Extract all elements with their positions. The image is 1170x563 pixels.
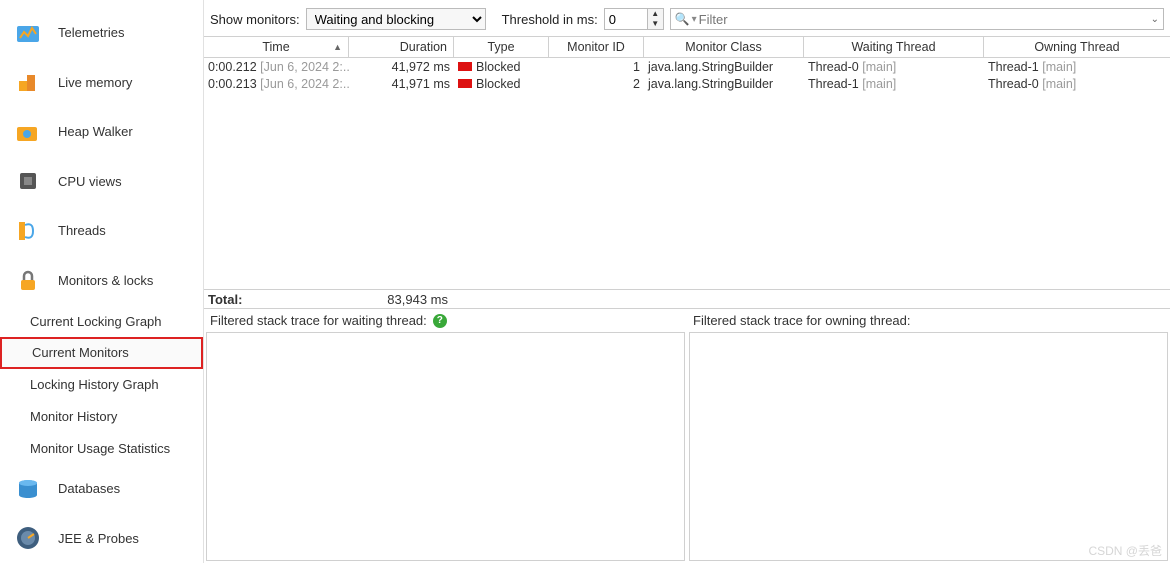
search-icon: 🔍: [675, 12, 690, 26]
th-type[interactable]: Type: [454, 37, 549, 57]
th-monitor-class[interactable]: Monitor Class: [644, 37, 804, 57]
blocked-status-icon: [458, 79, 472, 88]
live-memory-icon: [14, 68, 42, 96]
sidebar-sub-locking-history-graph[interactable]: Locking History Graph: [0, 369, 203, 401]
sidebar-item-jee-probes[interactable]: JEE & Probes: [0, 513, 203, 563]
th-monitor-id[interactable]: Monitor ID: [549, 37, 644, 57]
sidebar-sub-current-locking-graph[interactable]: Current Locking Graph: [0, 305, 203, 337]
table-header: Time▲ Duration Type Monitor ID Monitor C…: [204, 36, 1170, 58]
sidebar-sub-label: Monitor History: [30, 409, 117, 424]
sidebar-item-heap-walker[interactable]: Heap Walker: [0, 107, 203, 157]
total-label: Total:: [204, 292, 349, 307]
th-owning-thread[interactable]: Owning Thread: [984, 37, 1170, 57]
th-waiting-thread[interactable]: Waiting Thread: [804, 37, 984, 57]
threads-icon: [14, 217, 42, 245]
sidebar-sub-label: Current Monitors: [32, 345, 129, 360]
show-monitors-label: Show monitors:: [210, 12, 300, 27]
sort-asc-icon: ▲: [333, 42, 342, 52]
threshold-input[interactable]: [604, 8, 648, 30]
sidebar-sub-label: Monitor Usage Statistics: [30, 441, 170, 456]
toolbar: Show monitors: Waiting and blocking Thre…: [204, 0, 1170, 36]
sidebar-sub-monitor-usage-statistics[interactable]: Monitor Usage Statistics: [0, 432, 203, 464]
sidebar-sub-current-monitors[interactable]: Current Monitors: [0, 337, 203, 369]
sidebar-item-label: CPU views: [58, 174, 122, 189]
sidebar-item-telemetries[interactable]: Telemetries: [0, 8, 203, 58]
probe-icon: [14, 524, 42, 552]
sidebar-sub-label: Locking History Graph: [30, 377, 159, 392]
sidebar-item-label: Monitors & locks: [58, 273, 153, 288]
sidebar-item-live-memory[interactable]: Live memory: [0, 58, 203, 108]
telemetries-icon: [14, 19, 42, 47]
sidebar-item-databases[interactable]: Databases: [0, 464, 203, 514]
sidebar-sub-monitor-history[interactable]: Monitor History: [0, 400, 203, 432]
filter-box: 🔍▾ ⌄: [670, 8, 1164, 30]
help-icon[interactable]: ?: [433, 314, 447, 328]
table-row[interactable]: 0:00.212 [Jun 6, 2024 2:... 41,972 ms Bl…: [204, 58, 1170, 75]
heap-walker-icon: [14, 118, 42, 146]
sidebar-item-monitors-locks[interactable]: Monitors & locks: [0, 256, 203, 306]
blocked-status-icon: [458, 62, 472, 71]
sidebar-item-label: JEE & Probes: [58, 531, 139, 546]
table-row[interactable]: 0:00.213 [Jun 6, 2024 2:... 41,971 ms Bl…: [204, 75, 1170, 92]
table-body: 0:00.212 [Jun 6, 2024 2:... 41,972 ms Bl…: [204, 58, 1170, 289]
lock-icon: [14, 267, 42, 295]
total-row: Total: 83,943 ms: [204, 289, 1170, 309]
spin-down[interactable]: ▼: [648, 19, 663, 29]
main-panel: Show monitors: Waiting and blocking Thre…: [204, 0, 1170, 563]
owning-stack-box[interactable]: [689, 332, 1168, 561]
show-monitors-select[interactable]: Waiting and blocking: [306, 8, 486, 30]
database-icon: [14, 475, 42, 503]
sidebar-item-label: Heap Walker: [58, 124, 133, 139]
stack-trace-headers: Filtered stack trace for waiting thread:…: [204, 309, 1170, 332]
threshold-label: Threshold in ms:: [502, 12, 598, 27]
spin-up[interactable]: ▲: [648, 9, 663, 19]
sidebar-sub-label: Current Locking Graph: [30, 314, 162, 329]
waiting-stack-box[interactable]: [206, 332, 685, 561]
waiting-stack-label: Filtered stack trace for waiting thread:: [210, 313, 427, 328]
sidebar-item-threads[interactable]: Threads: [0, 206, 203, 256]
sidebar-item-label: Threads: [58, 223, 106, 238]
total-duration: 83,943 ms: [349, 292, 454, 307]
filter-input[interactable]: [697, 11, 1151, 28]
owning-stack-label: Filtered stack trace for owning thread:: [693, 313, 911, 328]
th-duration[interactable]: Duration: [349, 37, 454, 57]
th-time[interactable]: Time▲: [204, 37, 349, 57]
filter-dropdown-icon[interactable]: ⌄: [1151, 14, 1159, 25]
cpu-icon: [14, 167, 42, 195]
sidebar-item-label: Live memory: [58, 75, 132, 90]
sidebar-item-label: Databases: [58, 481, 120, 496]
sidebar: Telemetries Live memory Heap Walker CPU …: [0, 0, 204, 563]
sidebar-item-cpu-views[interactable]: CPU views: [0, 157, 203, 207]
sidebar-item-label: Telemetries: [58, 25, 124, 40]
